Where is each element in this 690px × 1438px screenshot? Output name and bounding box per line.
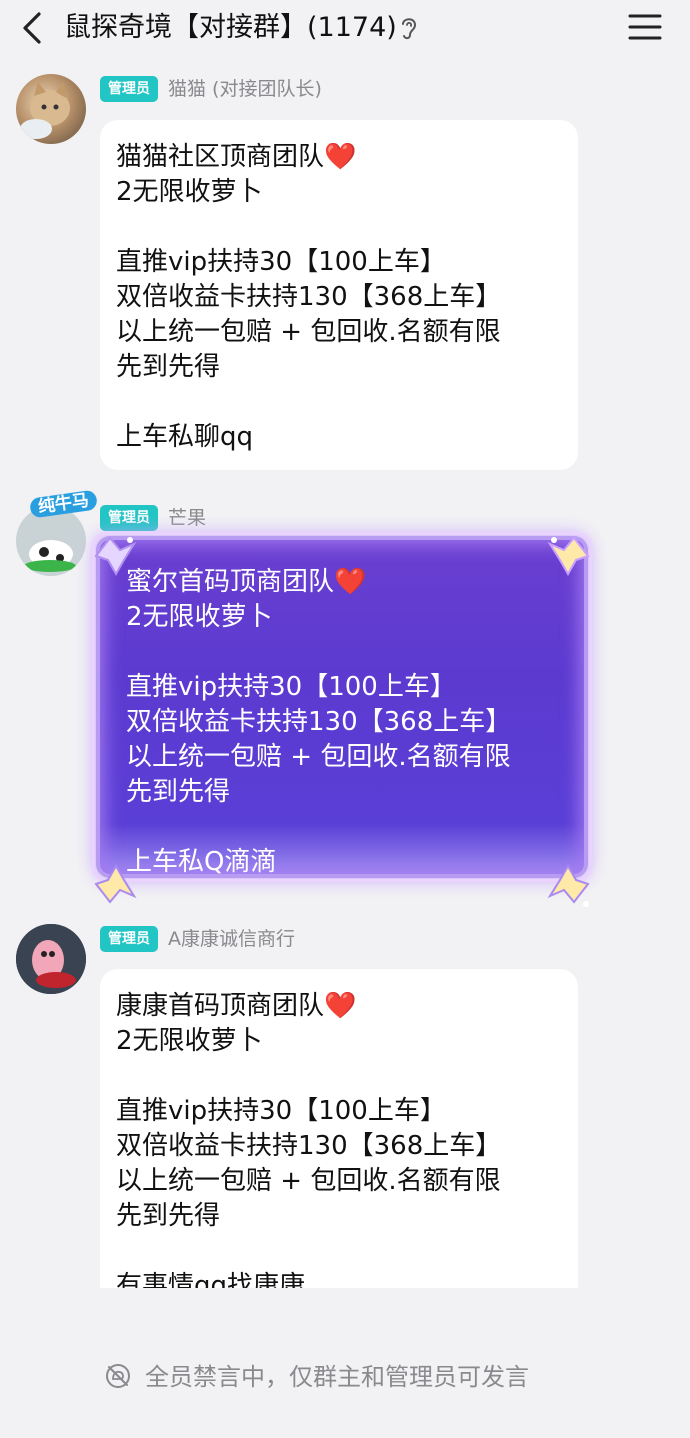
admin-badge: 管理员 bbox=[100, 76, 158, 102]
message-line: 康康首码顶商团队❤️ bbox=[116, 991, 357, 1021]
message-line: 先到先得 bbox=[126, 777, 231, 807]
message-line: 直推vip扶持30【100上车】 bbox=[116, 247, 446, 277]
avatar[interactable] bbox=[16, 506, 86, 576]
message-feed[interactable]: 管理员 猫猫 (对接团队长) 猫猫社区顶商团队❤️ 2无限收萝卜 直推vip扶持… bbox=[0, 56, 690, 1288]
patrick-avatar-icon bbox=[16, 924, 86, 994]
top-bar: 鼠探奇境【对接群】(1174) bbox=[0, 0, 690, 56]
avatar[interactable] bbox=[16, 74, 86, 144]
sender-name[interactable]: A康康诚信商行 bbox=[168, 926, 295, 952]
cow-avatar-icon bbox=[16, 506, 86, 576]
message-line: 先到先得 bbox=[116, 352, 221, 382]
message-line: 2无限收萝卜 bbox=[116, 1026, 263, 1056]
message-line: 以上统一包赔 + 包回收.名额有限 bbox=[116, 1166, 501, 1196]
mute-notice: 全员禁言中，仅群主和管理员可发言 bbox=[145, 1363, 529, 1391]
chevron-left-icon[interactable] bbox=[14, 8, 54, 48]
hamburger-menu-icon[interactable] bbox=[624, 10, 664, 44]
message-line: 直推vip扶持30【100上车】 bbox=[116, 1096, 446, 1126]
message-line: 蜜尔首码顶商团队❤️ bbox=[126, 567, 367, 597]
message-line: 先到先得 bbox=[116, 1201, 221, 1231]
message-line: 有事情qq找康康 bbox=[116, 1271, 306, 1288]
crystal-corner-icon bbox=[547, 863, 590, 907]
message-line: 双倍收益卡扶持130【368上车】 bbox=[116, 1131, 502, 1161]
sender-name[interactable]: 芒果 bbox=[168, 505, 206, 531]
ear-icon[interactable] bbox=[398, 14, 420, 42]
sender-name[interactable]: 猫猫 (对接团队长) bbox=[168, 76, 322, 102]
admin-badge: 管理员 bbox=[100, 926, 158, 952]
chat-title: 鼠探奇境【对接群】(1174) bbox=[64, 12, 397, 43]
avatar[interactable] bbox=[16, 924, 86, 994]
message-line: 上车私Q滴滴 bbox=[126, 847, 277, 877]
message-line: 直推vip扶持30【100上车】 bbox=[126, 672, 456, 702]
message-line: 2无限收萝卜 bbox=[116, 177, 263, 207]
message-line: 上车私聊qq bbox=[116, 422, 254, 452]
cat-avatar-icon bbox=[20, 82, 70, 139]
message-line: 2无限收萝卜 bbox=[126, 602, 273, 632]
message-line: 以上统一包赔 + 包回收.名额有限 bbox=[126, 742, 511, 772]
message-line: 双倍收益卡扶持130【368上车】 bbox=[126, 707, 512, 737]
admin-badge: 管理员 bbox=[100, 505, 158, 531]
message-line: 双倍收益卡扶持130【368上车】 bbox=[116, 282, 502, 312]
mute-icon bbox=[106, 1364, 130, 1388]
crystal-corner-icon bbox=[547, 536, 590, 577]
message-line: 猫猫社区顶商团队❤️ bbox=[116, 142, 357, 172]
message-line: 以上统一包赔 + 包回收.名额有限 bbox=[116, 317, 501, 347]
